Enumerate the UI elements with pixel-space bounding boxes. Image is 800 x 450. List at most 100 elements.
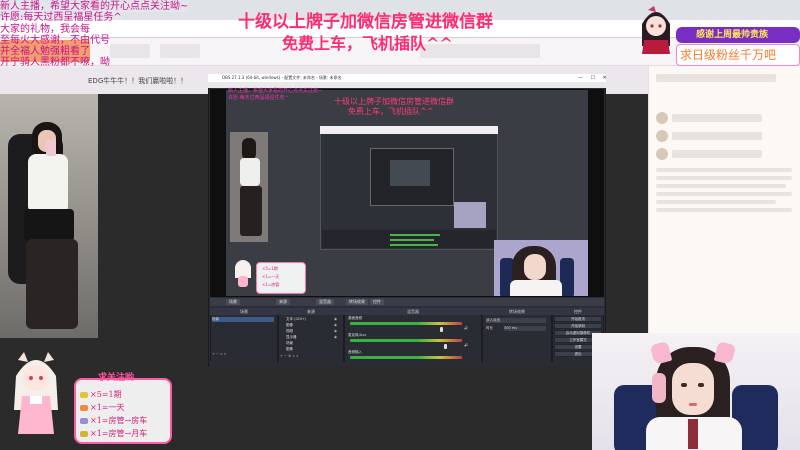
scene-item[interactable]: 场景 [212, 317, 274, 322]
start-recording-button[interactable]: 开始录制 [554, 323, 602, 329]
nested-preview-titlebar [320, 126, 498, 134]
gift-row-text: ×5=1期 [90, 390, 122, 399]
gift-row-text: ×1=房管→月车 [90, 429, 148, 438]
rank-avatar[interactable] [656, 112, 668, 124]
overlay-subheadline: 免费上车，飞机插队^^ [282, 34, 453, 53]
overlay-left-line: 开宁骑人黑粉都不嘹，呦 [0, 57, 110, 68]
streamer-webcam [592, 333, 800, 450]
dock-tab[interactable]: 场景 [226, 299, 240, 305]
mixer-meter [350, 356, 462, 359]
source-item[interactable]: 场景 [286, 341, 293, 346]
mixer-meter [350, 322, 462, 325]
rank-row [672, 114, 762, 122]
speaker-icon[interactable]: 🔊 [464, 343, 468, 348]
source-item[interactable]: 视频 [286, 329, 293, 334]
mixer-channel-label: 桌面音频 [348, 316, 362, 320]
nested-preview-core [390, 160, 430, 186]
sources-header: 来源 [278, 308, 344, 315]
announcement-line [656, 192, 792, 196]
stream-frame: EDG牛牛牛！！我们赢啦啦！！ OBS 27.1.3 (64-bit, wind… [0, 0, 800, 450]
gift-small-row: ×1=一天 [262, 274, 280, 279]
source-item[interactable]: 文本 (GDI+) [286, 317, 306, 322]
visibility-eye-icon[interactable]: ◉ [334, 335, 337, 340]
overlay-left-line: 并全福人勉强粗看了 [0, 46, 90, 57]
window-controls[interactable]: — ☐ ✕ [578, 75, 610, 81]
gift-small-row: ×5=1期 [262, 266, 278, 271]
obs-title: OBS 27.1.3 (64-bit, windows) - 配置文件: 未命名… [222, 75, 342, 80]
gift-board-title: 求关注哟 [98, 373, 135, 383]
top-right-badge-text: 感谢上周最帅贵族 [696, 30, 769, 40]
gift-icon [80, 405, 88, 411]
gift-small-row: ×1=房管 [262, 282, 280, 287]
gift-icon [80, 431, 88, 437]
visibility-eye-icon[interactable]: ◉ [334, 317, 337, 322]
preview-camera-left [230, 132, 268, 242]
rank-avatar[interactable] [656, 148, 668, 160]
overlay-headline: 十级以上牌子加微信房管进微信群 [238, 12, 493, 32]
preview-overlay-subheadline: 免费上车，飞机插队^^ [348, 107, 434, 116]
scene-dock-buttons[interactable]: + − ∧ ∨ [212, 352, 226, 357]
room-title: EDG牛牛牛！！我们赢啦啦！！ [88, 77, 188, 85]
gift-icon [80, 418, 88, 424]
anime-mascot-icon [642, 6, 670, 54]
mixer-header: 混音器 [344, 308, 482, 315]
volume-slider[interactable] [444, 344, 447, 349]
overlay-left-line: 至每火大感谢，不由代号 [0, 35, 110, 46]
preview-camera-right [494, 240, 588, 296]
gift-row: ×5=1期 [80, 389, 122, 400]
nested-camera [454, 202, 486, 228]
volume-slider[interactable] [440, 327, 443, 332]
rank-avatar[interactable] [656, 130, 668, 142]
streamer-camera-left [0, 94, 98, 338]
site-nav-item[interactable] [110, 44, 150, 58]
preview-overlay-line: 许愿:每天过西呈福星任务^ [228, 95, 289, 101]
gift-icon [80, 392, 88, 398]
announcement-line [656, 208, 792, 212]
gift-row: ×1=房管→月车 [80, 428, 147, 439]
nested-meter [390, 244, 438, 246]
mixer-meter [350, 339, 462, 342]
dock-tab[interactable]: 控件 [370, 299, 384, 305]
visibility-eye-icon[interactable]: ◉ [334, 329, 337, 334]
dock-tab[interactable]: 来源 [276, 299, 290, 305]
overlay-left-line: 大家的礼物，我会每 [0, 24, 90, 35]
visibility-eye-icon[interactable]: ◉ [334, 323, 337, 328]
announcement-line [656, 176, 792, 180]
announcement-line [656, 168, 792, 172]
transitions-dock [482, 308, 552, 366]
gift-row: ×1=一天 [80, 402, 125, 413]
overlay-left-line: 新人主播，希望大家看的开心点点关注呦~ [0, 1, 189, 12]
dock-tab[interactable]: 混音器 [316, 299, 334, 305]
panel-header [656, 74, 776, 82]
speaker-icon[interactable]: 🔊 [464, 326, 468, 331]
announcement-line [656, 200, 776, 204]
source-item[interactable]: 显示器 [286, 335, 297, 340]
duration-input[interactable]: 300 ms [504, 326, 546, 331]
site-nav-item[interactable] [160, 44, 200, 58]
announcement-line [656, 184, 786, 188]
source-item[interactable]: 图像 [286, 347, 293, 352]
scenes-header: 场景 [210, 308, 278, 315]
gift-row-text: ×1=房管→房车 [90, 416, 148, 425]
rank-row [672, 132, 762, 140]
anime-girl-sticker-icon [14, 352, 58, 434]
gift-row: ×1=房管→房车 [80, 415, 147, 426]
dock-tab[interactable]: 转场效果 [346, 299, 368, 305]
transition-select[interactable]: 淡入淡出 [486, 318, 546, 323]
obs-statusbar [210, 362, 604, 366]
top-right-subtext: 求日级粉丝千万吧 [680, 48, 777, 62]
start-streaming-button[interactable]: 开始推流 [554, 316, 602, 322]
mixer-channel-label: 麦克风/Aux [348, 333, 367, 337]
duration-label: 时长 [486, 326, 493, 330]
obs-dock-tabbar [210, 298, 604, 306]
preview-overlay-line: 新人主播，希望大家看的开心点点关注呦~ [228, 88, 323, 94]
source-item[interactable]: 图像 [286, 323, 293, 328]
overlay-left-line: 许愿:每天过西呈福星任务^ [0, 12, 122, 23]
nested-meter [390, 239, 434, 241]
rank-row [672, 150, 762, 158]
transitions-header: 转场效果 [482, 308, 552, 315]
source-dock-buttons[interactable]: + − ⚙ ∧ ∨ [280, 354, 299, 359]
controls-header: 控件 [552, 308, 604, 315]
nested-meter [390, 234, 440, 236]
mixer-channel-label: 音频输入 [348, 350, 362, 354]
